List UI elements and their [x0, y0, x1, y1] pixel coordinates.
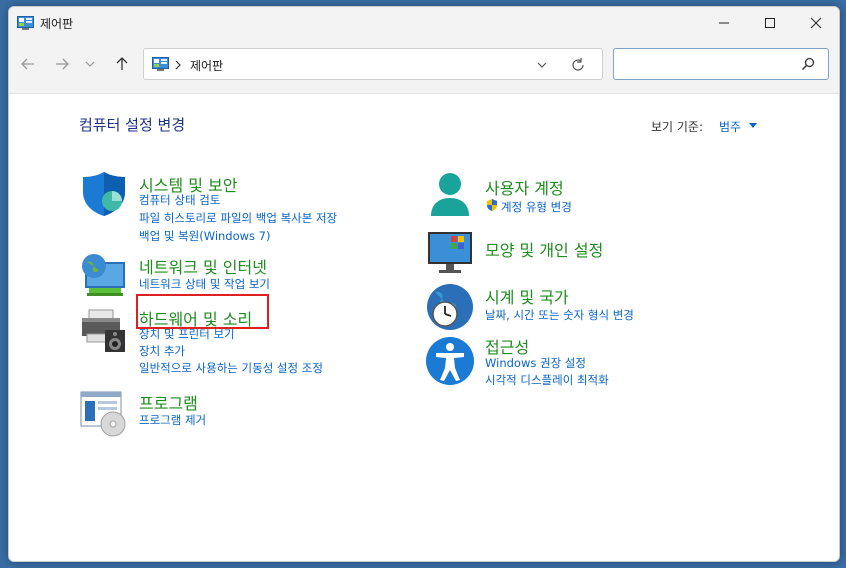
search-box[interactable]	[613, 48, 829, 80]
link-optimize-visual-display[interactable]: 시각적 디스플레이 최적화	[485, 372, 609, 388]
maximize-button[interactable]	[747, 7, 793, 39]
arrow-left-icon	[21, 58, 34, 70]
arrow-up-icon	[116, 57, 128, 70]
minimize-button[interactable]	[701, 7, 747, 39]
category-title-programs[interactable]: 프로그램	[139, 390, 198, 414]
link-date-time-format[interactable]: 날짜, 시간 또는 숫자 형식 변경	[485, 307, 634, 323]
arrow-right-icon	[56, 58, 69, 70]
printer-speaker-icon[interactable]	[79, 306, 129, 356]
control-panel-window: 제어판 제어판 컴퓨터 설정 변경 보기 기준: 범주 시스템 및 보안 컴퓨터…	[8, 6, 840, 562]
category-title-clock-region[interactable]: 시계 및 국가	[485, 284, 569, 308]
highlight-annotation	[136, 294, 269, 329]
link-file-history-backup[interactable]: 파일 히스토리로 파일의 백업 복사본 저장	[139, 210, 337, 226]
link-change-account-type[interactable]: 계정 유형 변경	[501, 199, 572, 215]
category-title-appearance[interactable]: 모양 및 개인 설정	[485, 237, 603, 261]
refresh-icon[interactable]	[568, 55, 588, 75]
minimize-icon	[719, 22, 729, 24]
accessibility-icon[interactable]	[425, 336, 475, 386]
maximize-icon	[765, 18, 775, 28]
uac-shield-icon	[487, 199, 497, 211]
view-by-dropdown[interactable]: 범주	[719, 118, 741, 135]
view-by-label: 보기 기준:	[651, 120, 704, 134]
programs-disc-icon[interactable]	[79, 388, 129, 438]
close-button[interactable]	[793, 7, 839, 39]
up-button[interactable]	[109, 51, 135, 77]
link-review-computer-status[interactable]: 컴퓨터 상태 검토	[139, 192, 220, 208]
link-mobility-settings[interactable]: 일반적으로 사용하는 기동성 설정 조정	[139, 360, 323, 376]
control-panel-icon	[17, 16, 34, 30]
title-bar: 제어판	[9, 7, 839, 39]
link-backup-restore[interactable]: 백업 및 복원(Windows 7)	[139, 228, 271, 244]
chevron-down-icon	[85, 61, 95, 67]
caret-down-icon[interactable]	[749, 123, 757, 128]
forward-button[interactable]	[49, 51, 75, 77]
appearance-monitor-icon[interactable]	[425, 230, 475, 280]
category-title-network-internet[interactable]: 네트워크 및 인터넷	[139, 254, 267, 278]
main-content: 컴퓨터 설정 변경 보기 기준: 범주 시스템 및 보안 컴퓨터 상태 검토 파…	[9, 94, 839, 561]
navigation-bar: 제어판	[9, 39, 839, 94]
search-icon[interactable]	[800, 56, 816, 72]
clock-globe-icon[interactable]	[425, 282, 475, 332]
control-panel-icon	[152, 57, 169, 71]
link-network-status-tasks[interactable]: 네트워크 상태 및 작업 보기	[139, 276, 270, 292]
link-windows-recommended-settings[interactable]: Windows 권장 설정	[485, 355, 586, 371]
address-dropdown-chevron-icon[interactable]	[534, 57, 550, 73]
network-globe-icon[interactable]	[79, 250, 129, 300]
page-title: 컴퓨터 설정 변경	[79, 116, 186, 134]
recent-locations-button[interactable]	[81, 51, 99, 77]
address-bar[interactable]: 제어판	[143, 48, 603, 80]
close-icon	[810, 17, 822, 29]
search-input[interactable]	[620, 54, 794, 76]
breadcrumb-control-panel[interactable]: 제어판	[190, 57, 223, 74]
user-account-icon[interactable]	[425, 168, 475, 218]
window-title: 제어판	[40, 17, 74, 31]
category-title-user-accounts[interactable]: 사용자 계정	[485, 175, 564, 199]
link-uninstall-program[interactable]: 프로그램 제거	[139, 412, 206, 428]
link-add-device[interactable]: 장치 추가	[139, 343, 185, 359]
back-button[interactable]	[15, 51, 41, 77]
chevron-right-icon	[175, 60, 181, 70]
shield-icon[interactable]	[79, 168, 129, 218]
